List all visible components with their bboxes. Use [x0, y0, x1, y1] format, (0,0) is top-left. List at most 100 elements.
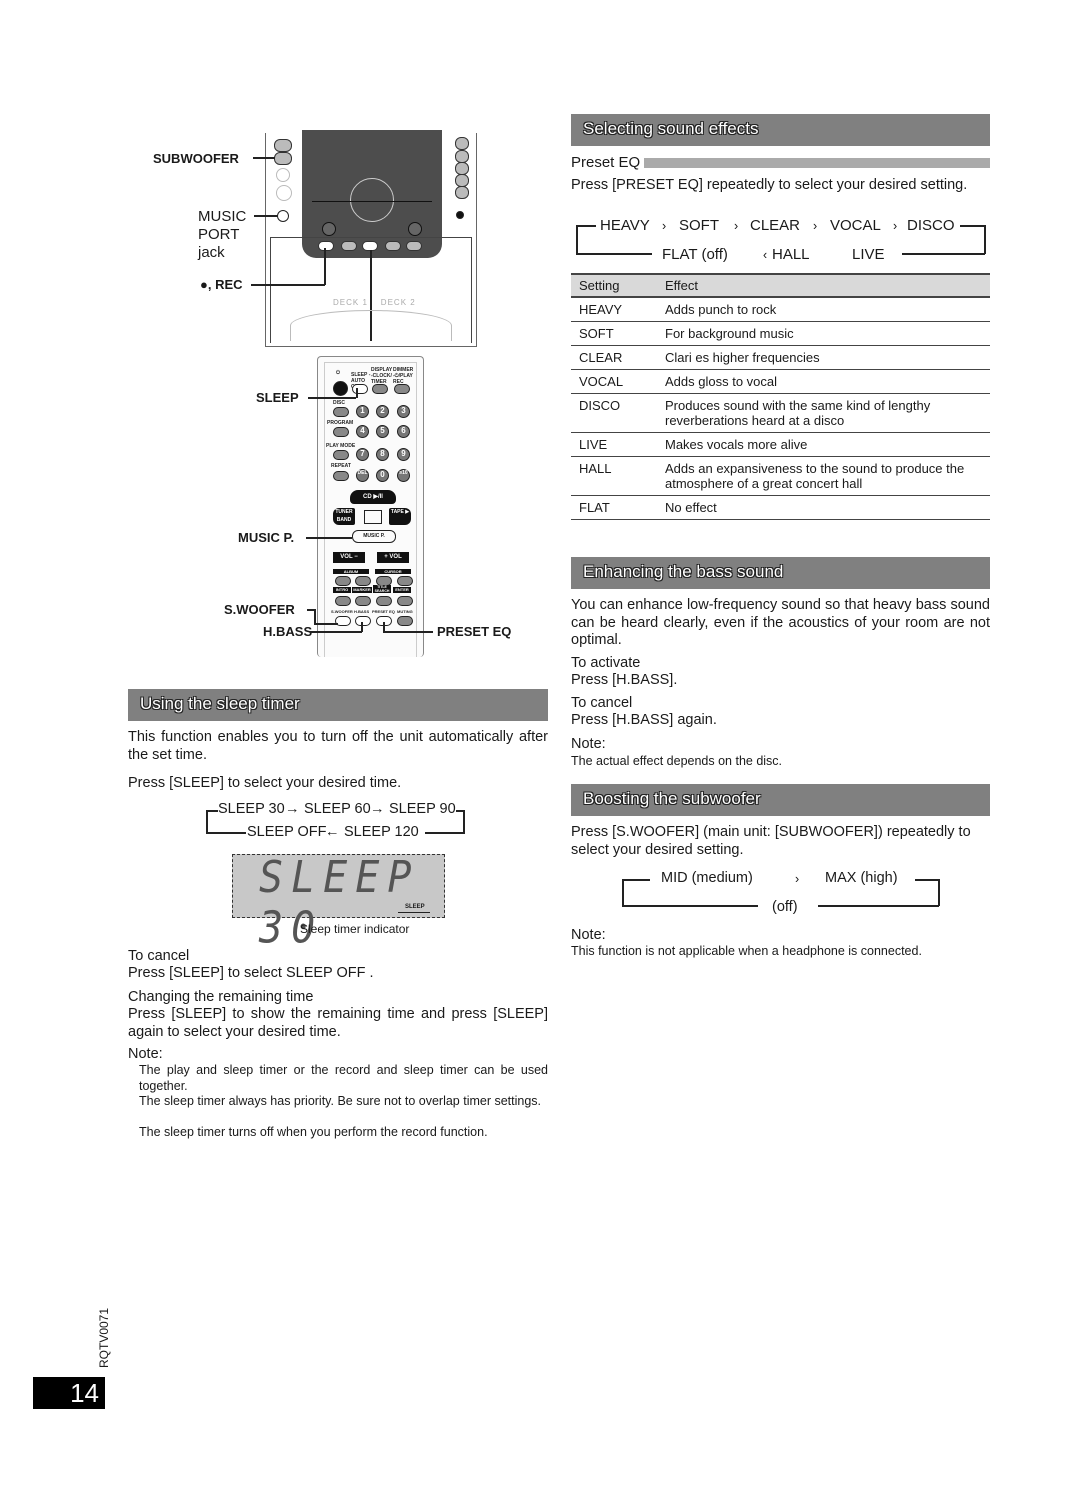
effect-cell: Adds an expansiveness to the sound to pr… [657, 456, 990, 496]
deck-labels: DECK 1 DECK 2 [333, 298, 416, 307]
section-header: Enhancing the bass sound [571, 557, 990, 589]
setting-cell: LIVE [571, 432, 657, 457]
chevron-right-icon: › [734, 219, 739, 233]
chevron-right-icon: › [813, 219, 818, 233]
arrow-left-icon: ← [325, 824, 340, 840]
num-button-4: 4 [356, 425, 369, 438]
num-button-7: 7 [356, 448, 369, 461]
cycle-item: MID (medium) [661, 870, 753, 886]
program-label: PROGRAM [327, 420, 354, 426]
effect-cell: No effect [657, 495, 990, 520]
cycle-item: SLEEP 30 [218, 801, 285, 817]
num-button-0: 0 [376, 469, 389, 482]
h-bass-button-label: H.BASS [354, 609, 370, 614]
table-header-row: Setting Effect [571, 273, 990, 298]
page-number: 14 [33, 1377, 105, 1409]
power-button [333, 381, 348, 396]
music-p-button: MUSIC P. [352, 530, 396, 543]
table-row: HALL Adds an expansiveness to the sound t… [571, 456, 990, 496]
sleep-indicator: SLEEP [405, 904, 425, 910]
side-button [274, 139, 292, 152]
deck-2-label: DECK 2 [380, 298, 416, 307]
album-label: ALBUM [333, 569, 369, 574]
activate-heading: To activate [571, 655, 641, 671]
subwoofer-button-unit [274, 152, 292, 165]
cycle-item: DISCO [907, 217, 955, 234]
num-button-10plus: ≥10 [397, 469, 410, 482]
sleep-instruction: Press [SLEEP] to select your desired tim… [128, 775, 402, 791]
cycle-item: SOFT [679, 217, 719, 234]
chevron-right-icon: › [893, 219, 898, 233]
setting-cell: FLAT [571, 495, 657, 520]
preset-eq-callout: PRESET EQ [437, 624, 512, 639]
arrow-right-icon: → [285, 801, 300, 817]
lcd-display: SLEEP 30 SLEEP [232, 852, 445, 954]
left-knob [322, 222, 336, 236]
preset-eq-button-label: PRESET EQ [372, 609, 395, 614]
change-heading: Changing the remaining time [128, 989, 314, 1005]
section-title: Boosting the subwoofer [583, 789, 761, 808]
vol-plus-button: + VOL [377, 552, 409, 563]
cycle-item: HALL [772, 246, 810, 263]
s-woofer-button [335, 616, 351, 626]
arrow-right-icon: → [370, 801, 385, 817]
sleep-button [352, 384, 368, 394]
effect-cell: Makes vocals more alive [657, 432, 990, 457]
section-title: Using the sleep timer [140, 694, 300, 713]
cd-button: CD ▶/II [350, 490, 396, 504]
num-button-1: 1 [356, 405, 369, 418]
setting-cell: DISCO [571, 393, 657, 433]
power-icon: ⏻ [336, 370, 340, 376]
eq-settings-table: Setting Effect HEAVY Adds punch to rock S… [571, 273, 990, 520]
note-item: The play and sleep timer or the record a… [139, 1063, 548, 1093]
table-row: LIVE Makes vocals more alive [571, 432, 990, 457]
tuner-button: TUNER BAND [333, 508, 355, 525]
chevron-right-icon: › [662, 219, 667, 233]
chevron-left-icon: ‹ [763, 248, 768, 262]
setting-cell: VOCAL [571, 369, 657, 394]
setting-cell: SOFT [571, 321, 657, 346]
effect-cell: Adds gloss to vocal [657, 369, 990, 394]
document-code: RQTV0071 [97, 1307, 111, 1368]
music-port-callout-1: MUSIC [198, 208, 247, 225]
section-title: Selecting sound effects [583, 119, 759, 138]
cycle-item: MAX (high) [825, 870, 898, 886]
effect-cell: Clari es higher frequencies [657, 345, 990, 370]
cycle-item: (off) [772, 899, 798, 915]
cycle-item: LIVE [852, 246, 885, 263]
section-header: Boosting the subwoofer [571, 784, 990, 816]
num-button-5: 5 [376, 425, 389, 438]
section-header: Using the sleep timer [128, 689, 548, 721]
cycle-item: SLEEP 60 [304, 801, 371, 817]
num-button-2: 2 [376, 405, 389, 418]
s-woofer-callout: S.WOOFER [224, 602, 295, 617]
note-label: Note: [571, 927, 606, 943]
subwoofer-instruction: Press [S.WOOFER] (main unit: [SUBWOOFER]… [571, 824, 971, 858]
sleep-intro: This function enables you to turn off th… [128, 729, 548, 763]
muting-button [397, 616, 413, 626]
note-text: This function is not applicable when a h… [571, 944, 922, 958]
cancel-text: Press [SLEEP] to select SLEEP OFF . [128, 965, 374, 981]
change-text: Press [SLEEP] to show the remaining time… [128, 1006, 548, 1040]
table-row: FLAT No effect [571, 495, 990, 520]
setting-cell: HEAVY [571, 297, 657, 322]
music-port-callout-2: PORT [198, 226, 240, 243]
effect-cell: Adds punch to rock [657, 297, 990, 322]
num-button-del: DEL [356, 469, 369, 482]
chevron-right-icon: › [795, 872, 800, 886]
cycle-item: HEAVY [600, 217, 650, 234]
setting-cell: HALL [571, 456, 657, 496]
cycle-item: SLEEP OFF [247, 824, 327, 840]
num-button-8: 8 [376, 448, 389, 461]
table-row: DISCO Produces sound with the same kind o… [571, 393, 990, 433]
s-woofer-button-label: S.WOOFER [331, 609, 353, 614]
effect-cell: Produces sound with the same kind of len… [657, 393, 990, 433]
preset-eq-instruction: Press [PRESET EQ] repeatedly to select y… [571, 177, 968, 193]
column-header-setting: Setting [571, 273, 657, 298]
note-item: The sleep timer turns off when you perfo… [139, 1125, 488, 1139]
table-row: SOFT For background music [571, 321, 990, 346]
effect-cell: For background music [657, 321, 990, 346]
repeat-label: REPEAT [331, 463, 351, 469]
enter-label: ENTER [393, 587, 411, 593]
right-knob [408, 222, 422, 236]
